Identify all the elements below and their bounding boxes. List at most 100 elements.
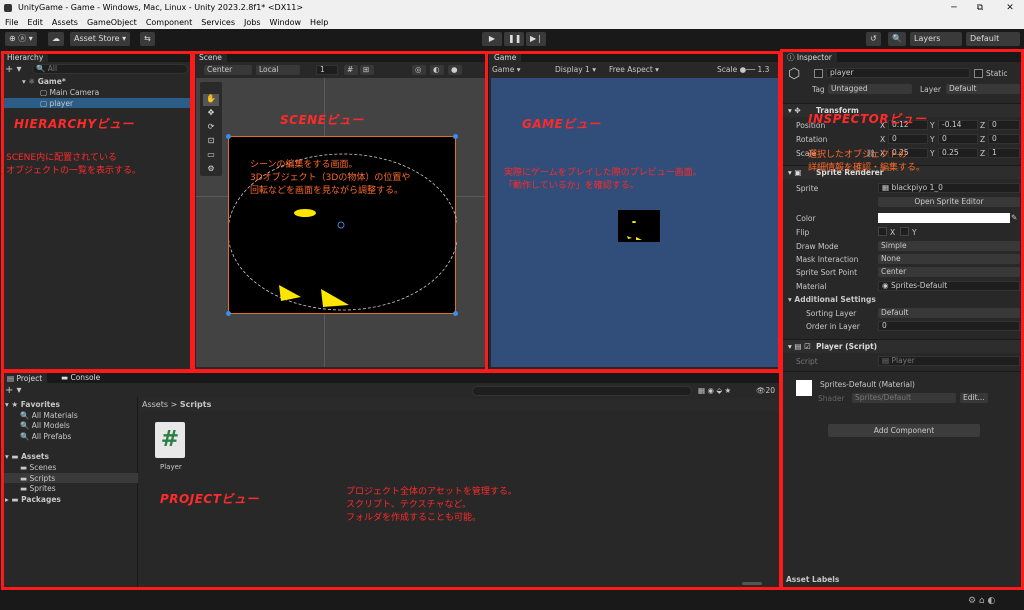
add-component-button[interactable]: Add Component <box>828 424 980 437</box>
edit-shader-button[interactable]: Edit... <box>960 393 988 403</box>
open-sprite-editor-button[interactable]: Open Sprite Editor <box>878 197 1020 207</box>
maximize-button[interactable]: ⧉ <box>966 0 994 16</box>
static-checkbox[interactable] <box>974 69 983 78</box>
assets-folder[interactable]: ▾ ▬ Assets <box>5 452 49 461</box>
draw-mode-dropdown[interactable]: Simple <box>878 241 1020 251</box>
close-button[interactable]: ✕ <box>996 0 1024 16</box>
add-object-button[interactable]: + ▾ <box>5 64 22 75</box>
grid-snap-field[interactable]: 1 <box>316 65 338 75</box>
object-name-field[interactable]: player <box>826 68 970 78</box>
menu-services[interactable]: Services <box>201 16 235 29</box>
menu-edit[interactable]: Edit <box>27 16 43 29</box>
account-button[interactable]: ⊕ ⓐ ▾ <box>5 32 37 46</box>
shader-dropdown[interactable]: Sprites/Default <box>852 393 956 403</box>
tab-inspector[interactable]: ⓘ Inspector <box>782 51 837 62</box>
menu-assets[interactable]: Assets <box>52 16 78 29</box>
grid-icon[interactable]: # <box>344 65 358 75</box>
breadcrumb-scripts[interactable]: Scripts <box>180 400 212 409</box>
undo-history-icon[interactable]: ↺ <box>866 32 881 46</box>
tag-dropdown[interactable]: Untagged <box>828 84 912 94</box>
sprite-sort-point-dropdown[interactable]: Center <box>878 267 1020 277</box>
player-script-header[interactable]: ▾ ▤ ☑ Player (Script) <box>782 339 1022 353</box>
layout-dropdown[interactable]: Default <box>966 32 1020 46</box>
create-asset-button[interactable]: + ▾ <box>5 385 22 396</box>
menu-component[interactable]: Component <box>146 16 192 29</box>
rotate-tool-icon[interactable]: ⟳ <box>203 122 219 134</box>
tab-project[interactable]: ▤ Project <box>2 372 48 383</box>
flip-x-checkbox[interactable] <box>878 227 887 236</box>
layer-dropdown[interactable]: Default <box>946 84 1020 94</box>
menu-window[interactable]: Window <box>270 16 302 29</box>
rotation-y-field[interactable]: 0 <box>938 134 978 144</box>
pivot-dropdown[interactable]: Center <box>204 65 252 75</box>
draw-mode-icon[interactable]: ◎ <box>412 65 426 75</box>
hierarchy-search-input[interactable]: 🔍 All <box>32 64 188 74</box>
folder-scenes[interactable]: ▬ Scenes <box>20 463 56 472</box>
transform-tool-icon[interactable]: ⚙ <box>203 164 219 174</box>
additional-settings-foldout[interactable]: ▾ Additional Settings <box>788 295 876 304</box>
script-asset-player[interactable]: # Player <box>154 422 188 471</box>
layers-dropdown[interactable]: Layers <box>910 32 962 46</box>
display-dropdown[interactable]: Display 1 ▾ <box>555 65 596 74</box>
flip-label: Flip <box>796 228 810 237</box>
favorite-all-prefabs[interactable]: 🔍 All Prefabs <box>20 432 71 441</box>
scene-root-item[interactable]: ▾ ⚛ Game* <box>22 77 66 86</box>
pause-button[interactable]: ❚❚ <box>504 32 524 46</box>
snap-icon[interactable]: ⊞ <box>360 65 374 75</box>
color-swatch[interactable] <box>878 213 1010 223</box>
collab-icon[interactable]: ⇆ <box>140 32 155 46</box>
favorite-all-models[interactable]: 🔍 All Models <box>20 421 70 430</box>
icon-size-slider[interactable] <box>742 582 762 585</box>
mask-interaction-dropdown[interactable]: None <box>878 254 1020 264</box>
status-icons[interactable]: ⚙ ⌂ ◐ <box>968 596 995 606</box>
space-dropdown[interactable]: Local <box>256 65 300 75</box>
folder-sprites[interactable]: ▬ Sprites <box>20 484 56 493</box>
menu-help[interactable]: Help <box>310 16 328 29</box>
favorite-all-materials[interactable]: 🔍 All Materials <box>20 411 78 420</box>
rotation-z-field[interactable]: 0 <box>988 134 1020 144</box>
cloud-icon[interactable]: ☁ <box>48 32 64 46</box>
scale-tool-icon[interactable]: ⊡ <box>203 136 219 148</box>
order-in-layer-field[interactable]: 0 <box>878 321 1020 331</box>
material-field[interactable]: ◉ Sprites-Default <box>878 281 1020 291</box>
menu-file[interactable]: File <box>5 16 18 29</box>
tab-scene[interactable]: Scene <box>194 51 227 62</box>
step-button[interactable]: ▶❘ <box>526 32 546 46</box>
menu-jobs[interactable]: Jobs <box>244 16 261 29</box>
minimize-button[interactable]: ─ <box>940 0 968 16</box>
tab-hierarchy[interactable]: Hierarchy <box>2 51 49 62</box>
flip-y-checkbox[interactable] <box>900 227 909 236</box>
scale-y-field[interactable]: 0.25 <box>938 148 978 158</box>
tab-console[interactable]: ▬ Console <box>56 372 106 383</box>
play-button[interactable]: ▶ <box>482 32 502 46</box>
hierarchy-panel: Hierarchy + ▾ 🔍 All ▾ ⚛ Game* ▢ Main Cam… <box>2 51 192 369</box>
aspect-dropdown[interactable]: Free Aspect ▾ <box>609 65 659 74</box>
asset-store-button[interactable]: Asset Store ▾ <box>70 32 131 46</box>
rect-tool-icon[interactable]: ▭ <box>203 150 219 162</box>
sorting-layer-dropdown[interactable]: Default <box>878 308 1020 318</box>
game-mode-dropdown[interactable]: Game ▾ <box>492 65 520 74</box>
hierarchy-item-player[interactable]: ▢ player <box>2 98 192 108</box>
scale-slider[interactable]: Scale ●── 1.3 <box>717 65 769 74</box>
folder-scripts[interactable]: ▬ Scripts <box>2 473 138 483</box>
breadcrumb-assets[interactable]: Assets <box>142 400 168 409</box>
shading-icon[interactable]: ◐ <box>430 65 444 75</box>
favorites-foldout[interactable]: ▾ ★ Favorites <box>5 400 60 409</box>
active-checkbox[interactable] <box>814 69 823 78</box>
hand-tool-icon[interactable]: ✋ <box>203 94 219 106</box>
search-icon[interactable]: 🔍 <box>888 32 906 46</box>
project-search-input[interactable] <box>472 386 692 396</box>
position-z-field[interactable]: 0 <box>988 120 1020 130</box>
sprite-field[interactable]: ▦ blackpiyo 1_0 <box>878 183 1020 193</box>
rotation-x-field[interactable]: 0 <box>888 134 928 144</box>
packages-folder[interactable]: ▸ ▬ Packages <box>5 495 61 504</box>
eyedropper-icon[interactable]: ✎ <box>1011 213 1017 222</box>
hierarchy-item-main-camera[interactable]: ▢ Main Camera <box>40 88 99 97</box>
filter-icons[interactable]: ▦ ◉ ⬙ ★ <box>698 386 731 395</box>
lighting-icon[interactable]: ● <box>448 65 462 75</box>
move-tool-icon[interactable]: ✥ <box>203 108 219 120</box>
position-y-field[interactable]: -0.14 <box>938 120 978 130</box>
scale-z-field[interactable]: 1 <box>988 148 1020 158</box>
menu-gameobject[interactable]: GameObject <box>87 16 137 29</box>
tab-game[interactable]: Game <box>489 51 522 62</box>
